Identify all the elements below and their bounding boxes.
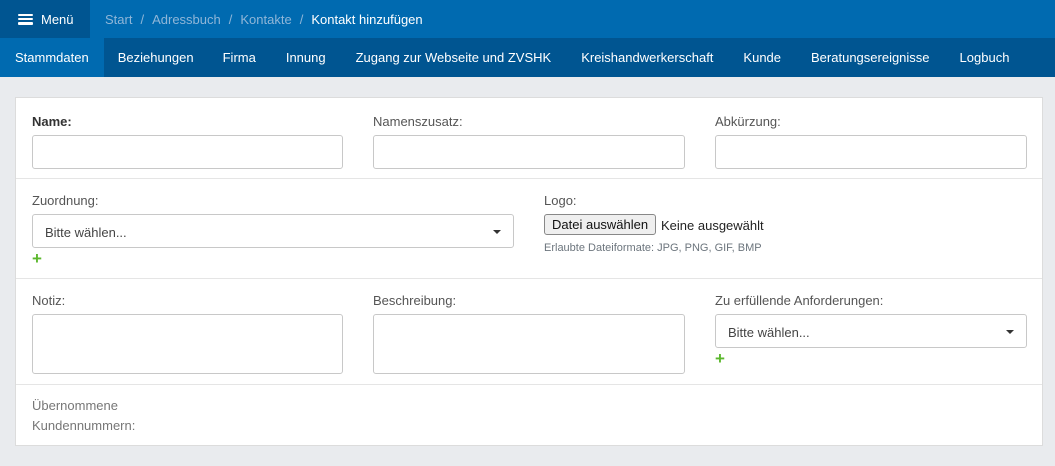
kundennummern-label-2: Kundennummern: — [32, 418, 136, 433]
tab-zugang[interactable]: Zugang zur Webseite und ZVSHK — [341, 38, 567, 77]
namenszusatz-input[interactable] — [373, 135, 685, 169]
tab-firma[interactable]: Firma — [208, 38, 271, 77]
abkuerzung-label: Abkürzung: — [715, 114, 781, 129]
zuordnung-label: Zuordnung: — [32, 193, 99, 208]
add-anforderung-icon[interactable]: + — [715, 349, 725, 369]
menu-label: Menü — [41, 11, 74, 27]
tab-beratungsereignisse[interactable]: Beratungsereignisse — [796, 38, 945, 77]
caret-down-icon — [1006, 330, 1014, 334]
tab-kreishandwerkerschaft[interactable]: Kreishandwerkerschaft — [566, 38, 728, 77]
breadcrumb-separator: / — [228, 11, 233, 27]
file-hint: Erlaubte Dateiformate: JPG, PNG, GIF, BM… — [544, 242, 762, 254]
breadcrumb-current: Kontakt hinzufügen — [311, 11, 423, 27]
tab-beziehungen[interactable]: Beziehungen — [104, 38, 208, 77]
kundennummern-label-1: Übernommene — [32, 398, 118, 413]
row-name: Name: Namenszusatz: Abkürzung: — [16, 98, 1042, 179]
menu-button[interactable]: Menü — [0, 0, 90, 38]
name-label: Name: — [32, 114, 72, 129]
anforderungen-value: Bitte wählen... — [728, 325, 810, 340]
file-select-button[interactable]: Datei auswählen — [544, 214, 657, 235]
beschreibung-textarea[interactable] — [373, 314, 685, 374]
notiz-textarea[interactable] — [32, 314, 343, 374]
zuordnung-value: Bitte wählen... — [45, 225, 127, 240]
top-bar: Menü Start / Adressbuch / Kontakte / Kontak… — [0, 0, 1055, 38]
name-input[interactable] — [32, 135, 343, 169]
namenszusatz-label: Namenszusatz: — [373, 114, 463, 129]
logo-label: Logo: — [544, 193, 577, 208]
form-card: Name: Namenszusatz: Abkürzung: Zuordnung… — [15, 97, 1043, 446]
add-zuordnung-icon[interactable]: + — [32, 249, 42, 269]
breadcrumb-kontakte[interactable]: Kontakte — [240, 12, 291, 27]
tab-innung[interactable]: Innung — [271, 38, 341, 77]
tab-stammdaten[interactable]: Stammdaten — [0, 38, 104, 77]
breadcrumb-separator: / — [140, 11, 145, 27]
breadcrumb-start[interactable]: Start — [105, 12, 132, 27]
tab-kunde[interactable]: Kunde — [728, 38, 796, 77]
zuordnung-select[interactable]: Bitte wählen... — [32, 214, 514, 248]
anforderungen-label: Zu erfüllende Anforderungen: — [715, 293, 884, 308]
breadcrumb-adressbuch[interactable]: Adressbuch — [152, 12, 221, 27]
abkuerzung-input[interactable] — [715, 135, 1027, 169]
anforderungen-select[interactable]: Bitte wählen... — [715, 314, 1027, 348]
file-status: Keine ausgewählt — [661, 218, 764, 233]
breadcrumb-separator: / — [299, 11, 304, 27]
breadcrumb: Start / Adressbuch / Kontakte / Kontakt hin… — [90, 12, 423, 27]
hamburger-icon — [18, 13, 33, 25]
notiz-label: Notiz: — [32, 293, 66, 308]
caret-down-icon — [493, 230, 501, 234]
row-notiz: Notiz: Beschreibung: Zu erfüllende Anfor… — [16, 279, 1042, 385]
tab-bar: Stammdaten Beziehungen Firma Innung Zuga… — [0, 38, 1055, 77]
tab-logbuch[interactable]: Logbuch — [945, 38, 1025, 77]
row-zuordnung: Zuordnung: Bitte wählen... + Logo: Datei… — [16, 179, 1042, 279]
beschreibung-label: Beschreibung: — [373, 293, 457, 308]
